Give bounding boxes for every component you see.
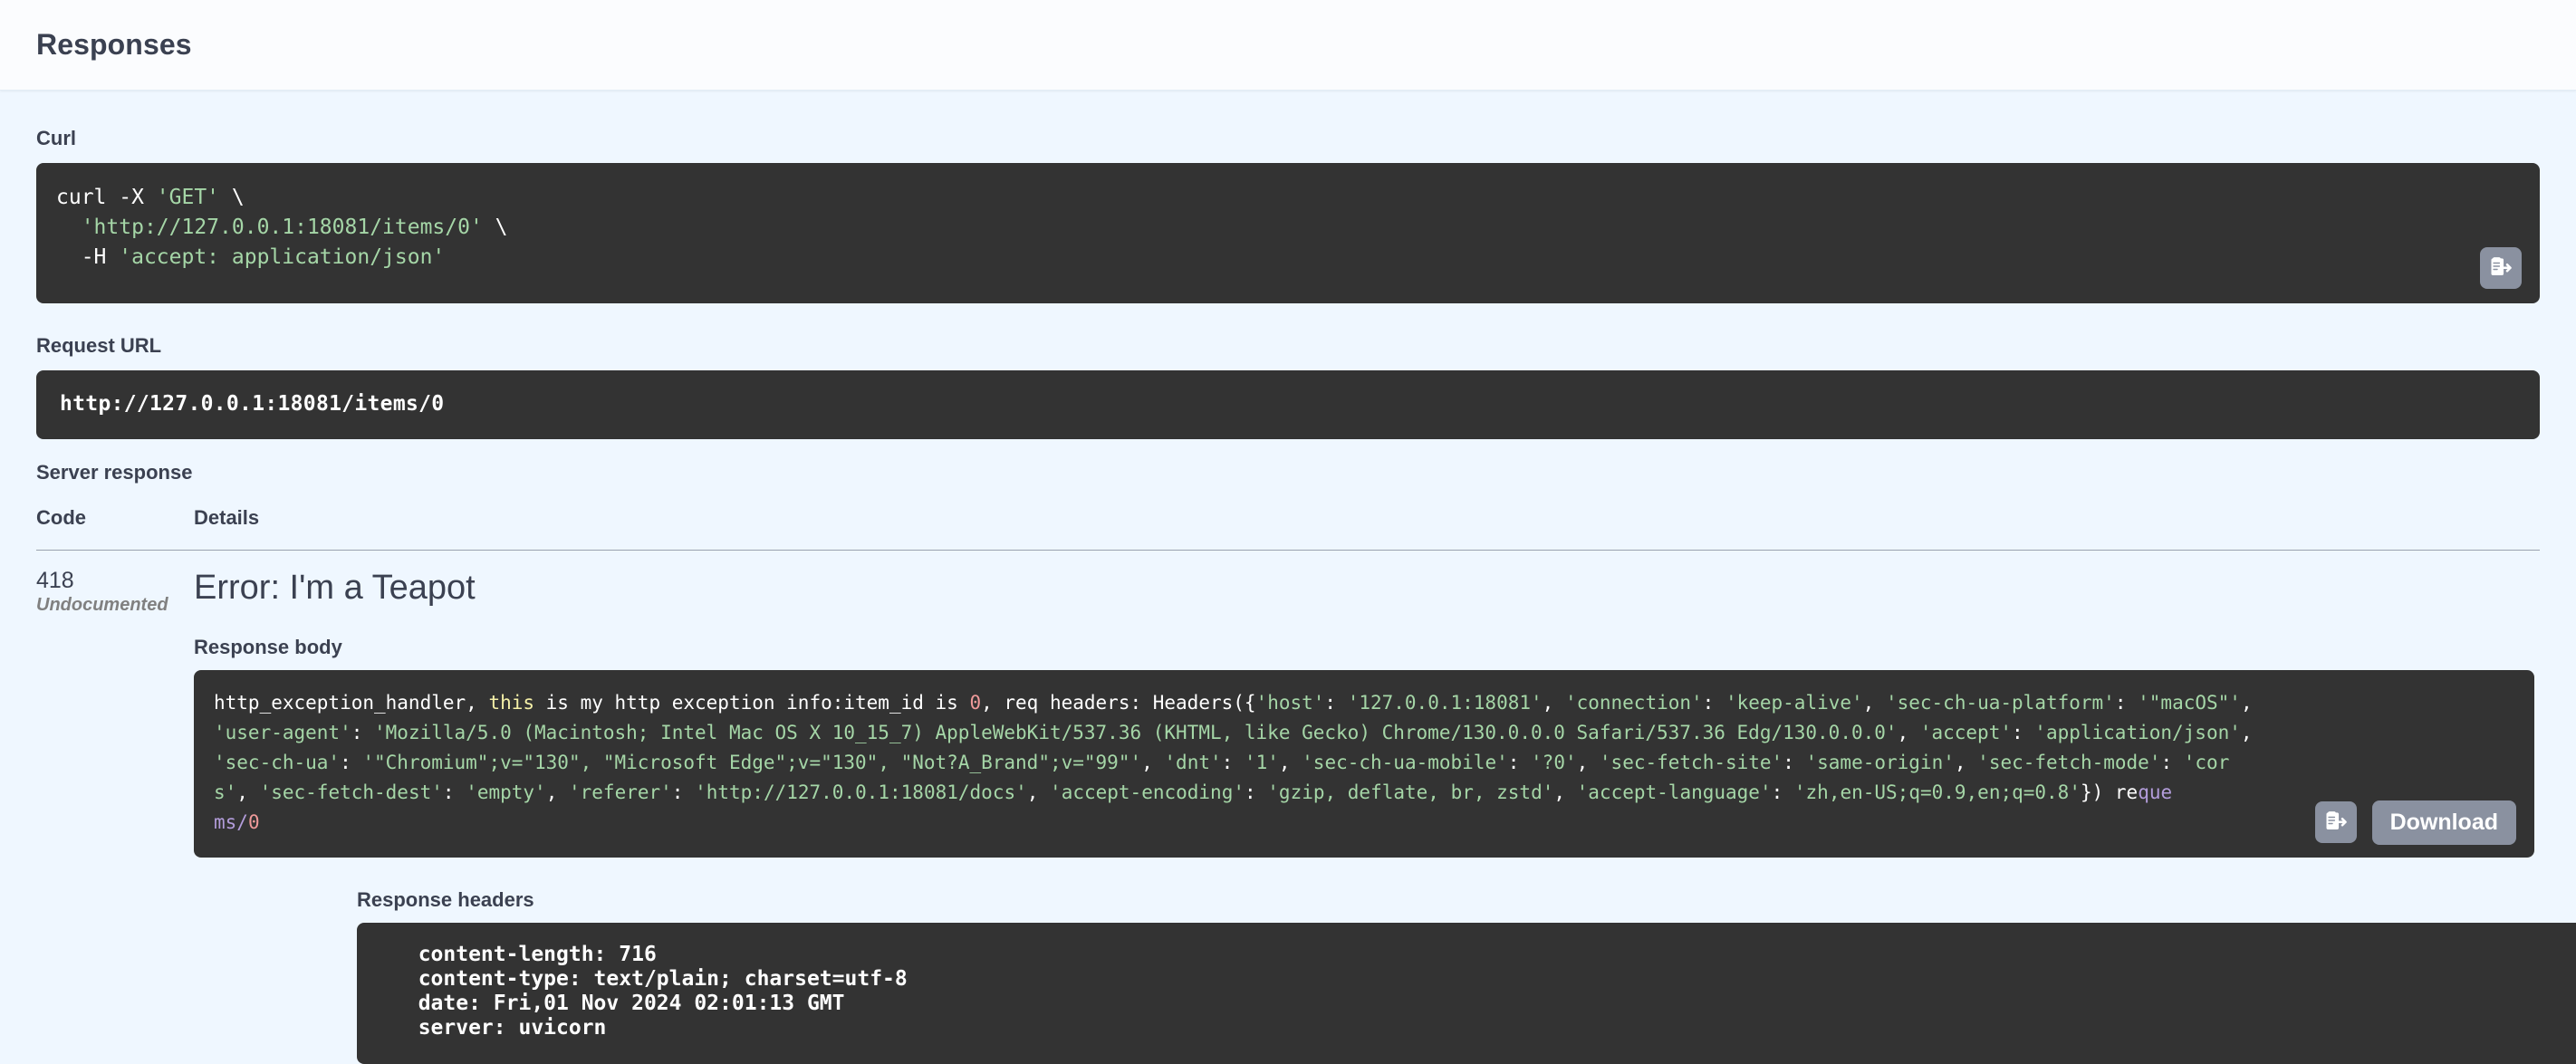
responses-panel: Responses Curl curl -X 'GET' \ 'http://1… [0, 0, 2576, 1038]
curl-label: Curl [36, 127, 2540, 150]
status-badge: Undocumented [36, 594, 194, 616]
response-details-cell: Error: I'm a Teapot Response body http_e… [194, 551, 2540, 1064]
copy-curl-button[interactable] [2480, 247, 2522, 289]
curl-code-text: curl -X 'GET' \ 'http://127.0.0.1:18081/… [56, 183, 2516, 273]
responses-content: Curl curl -X 'GET' \ 'http://127.0.0.1:1… [0, 91, 2576, 1064]
request-url-block: http://127.0.0.1:18081/items/0 [36, 370, 2540, 439]
responses-header: Responses [0, 0, 2576, 91]
response-body-text: http_exception_handler, this is my http … [214, 688, 2514, 838]
curl-code-block: curl -X 'GET' \ 'http://127.0.0.1:18081/… [36, 163, 2540, 303]
response-headers-text: content-length: 716 content-type: text/p… [393, 943, 2576, 1040]
column-header-code: Code [36, 506, 194, 551]
copy-clipboard-icon [2488, 254, 2514, 283]
download-button[interactable]: Download [2372, 800, 2516, 845]
response-code-cell: 418 Undocumented [36, 551, 194, 1064]
page-title: Responses [36, 28, 192, 62]
response-body-block: http_exception_handler, this is my http … [194, 670, 2534, 858]
table-row: 418 Undocumented Error: I'm a Teapot Res… [36, 551, 2540, 1064]
server-response-label: Server response [36, 461, 2540, 484]
request-url-label: Request URL [36, 334, 2540, 358]
table-header-row: Code Details [36, 506, 2540, 551]
response-body-label: Response body [194, 636, 2540, 659]
response-headers-block: content-length: 716 content-type: text/p… [357, 923, 2576, 1064]
column-header-details: Details [194, 506, 2540, 551]
copy-clipboard-icon [2323, 808, 2349, 837]
request-url-value: http://127.0.0.1:18081/items/0 [60, 392, 444, 416]
copy-response-body-button[interactable] [2315, 801, 2357, 843]
response-headers-label: Response headers [357, 888, 2540, 912]
response-description: Error: I'm a Teapot [194, 567, 2540, 609]
status-code: 418 [36, 567, 194, 594]
server-response-table: Code Details 418 Undocumented Error: I'm… [36, 506, 2540, 1064]
